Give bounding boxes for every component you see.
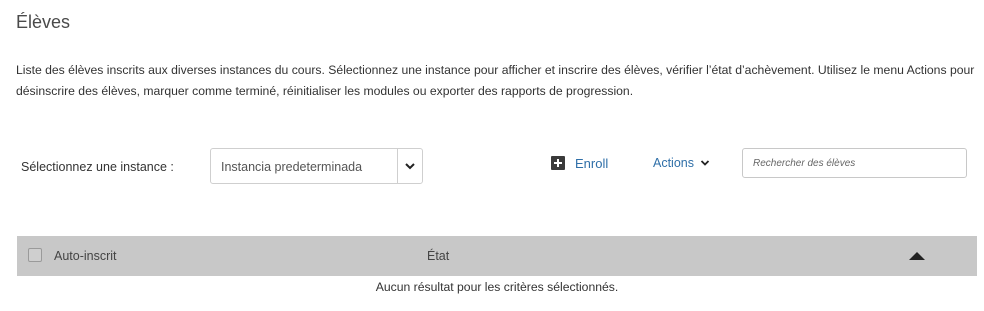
actions-menu-button[interactable]: Actions <box>653 154 710 172</box>
table-header: Auto-inscrit État <box>17 236 977 276</box>
instance-select[interactable]: Instancia predeterminada <box>210 148 423 184</box>
page-description: Liste des élèves inscrits aux diverses i… <box>16 63 975 98</box>
column-header-auto-inscrit[interactable]: Auto-inscrit <box>54 247 117 265</box>
enroll-label: Enroll <box>575 155 609 171</box>
chevron-down-icon <box>700 160 710 166</box>
enroll-button[interactable]: Enroll <box>551 154 608 172</box>
actions-label: Actions <box>653 156 694 170</box>
empty-results-message: Aucun résultat pour les critères sélecti… <box>375 280 619 294</box>
sort-ascending-icon[interactable] <box>909 252 925 260</box>
page-title: Élèves <box>16 12 71 32</box>
chevron-down-icon <box>405 163 415 170</box>
select-all-checkbox[interactable] <box>28 248 42 262</box>
instance-select-toggle[interactable] <box>397 149 422 183</box>
plus-square-icon <box>551 156 565 170</box>
search-input[interactable] <box>742 148 967 178</box>
instance-select-value: Instancia predeterminada <box>221 160 363 174</box>
instance-label: Sélectionnez une instance : <box>21 160 174 174</box>
column-header-etat[interactable]: État <box>427 247 449 265</box>
